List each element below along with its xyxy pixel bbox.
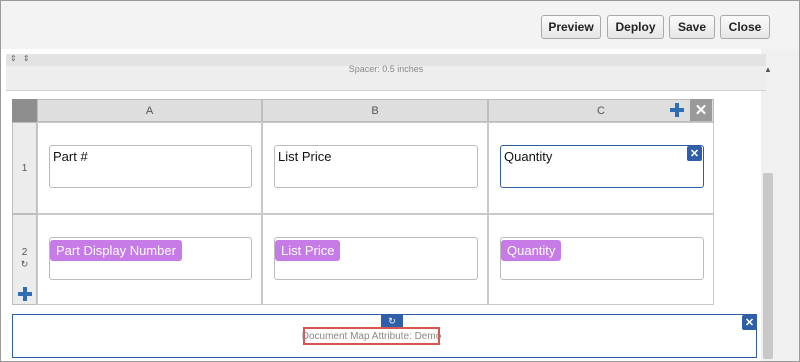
attribute-chip[interactable]: Part Display Number	[50, 240, 182, 261]
column-header-b[interactable]: B	[262, 99, 488, 122]
text-field-selected[interactable]: Quantity	[500, 145, 704, 188]
preview-button[interactable]: Preview	[541, 15, 601, 39]
deploy-button[interactable]: Deploy	[607, 15, 664, 39]
move-arrows-icon[interactable]: ⇕ ⇕	[10, 54, 32, 63]
grid-corner	[12, 99, 37, 122]
vertical-scrollbar[interactable]: ▲	[761, 49, 799, 361]
close-field-icon[interactable]: ✕	[687, 146, 702, 161]
spacer-section[interactable]: Spacer: 0.5 inches	[6, 64, 766, 91]
attribute-chip[interactable]: Quantity	[501, 240, 562, 261]
attribute-chip[interactable]: List Price	[275, 240, 341, 261]
document-map-attribute: Document Map Attribute: Demo	[302, 327, 441, 345]
spacer-label: Spacer: 0.5 inches	[348, 64, 424, 74]
delete-column-icon[interactable]: ✕	[690, 99, 712, 121]
row-header-1[interactable]: 1	[12, 122, 37, 214]
add-row-icon[interactable]	[18, 287, 32, 301]
scroll-thumb[interactable]	[763, 173, 773, 359]
close-section-icon[interactable]: ✕	[742, 315, 757, 330]
refresh-icon[interactable]: ↻	[381, 315, 403, 327]
text-field[interactable]: Part #	[49, 145, 252, 188]
close-button[interactable]: Close	[720, 15, 770, 39]
row-number: 1	[21, 163, 28, 174]
row-number: 2	[21, 247, 28, 258]
column-header-a[interactable]: A	[37, 99, 262, 122]
grid-cell-c1[interactable]: Quantity	[488, 122, 714, 214]
grid-cell-a1[interactable]: Part #	[37, 122, 262, 214]
save-button[interactable]: Save	[669, 15, 715, 39]
add-column-icon[interactable]	[670, 103, 684, 117]
grid-cell-b1[interactable]: List Price	[262, 122, 488, 214]
refresh-icon[interactable]: ↻	[13, 259, 36, 270]
text-field[interactable]: List Price	[274, 145, 478, 188]
